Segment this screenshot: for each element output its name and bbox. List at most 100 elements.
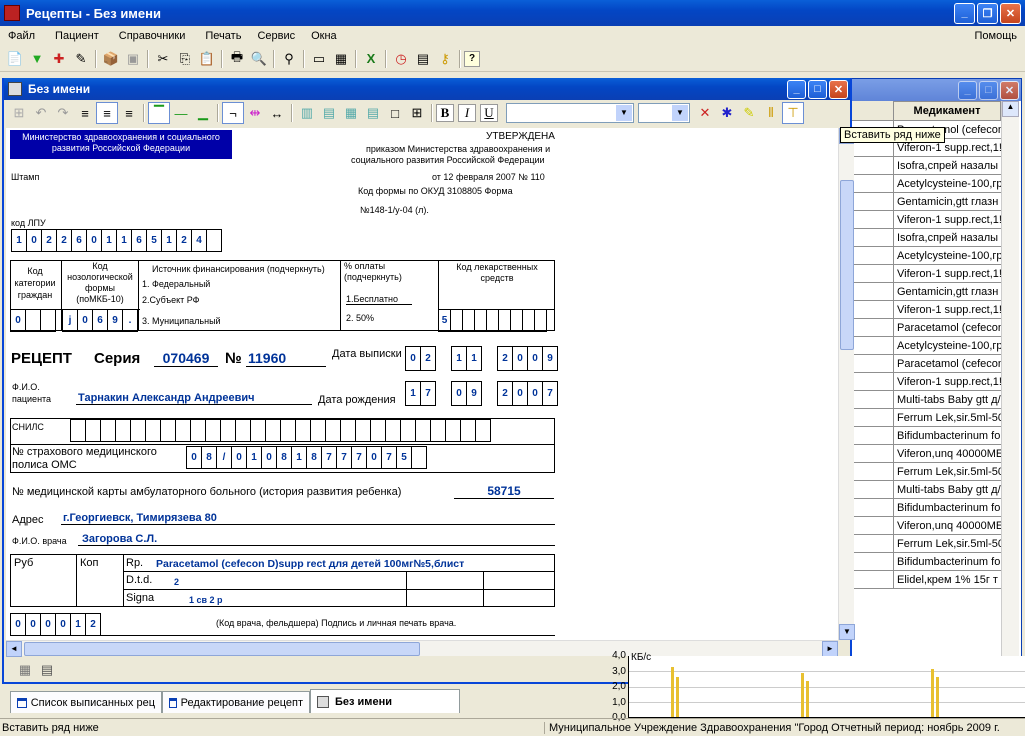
menu-references[interactable]: Справочники <box>111 30 194 42</box>
list-row-cell[interactable] <box>851 337 893 355</box>
tab-prescription-list[interactable]: Список выписанных рец <box>10 691 162 713</box>
drug-row[interactable]: Bifidumbacterinum foi <box>893 553 1001 571</box>
menu-help[interactable]: Помощь <box>967 30 1025 42</box>
merge-icon[interactable]: ⇹ <box>244 102 266 124</box>
list-close-button[interactable]: ✕ <box>1000 80 1019 100</box>
font-select[interactable]: ▼ <box>506 103 634 123</box>
drug-code-cells[interactable]: 5 <box>438 309 547 332</box>
digit-cell[interactable]: 1 <box>291 446 307 469</box>
minimize-button[interactable]: _ <box>954 2 975 24</box>
list-row-cell[interactable] <box>851 355 893 373</box>
drug-row[interactable]: Gentamicin,gtt глазн <box>893 283 1001 301</box>
drug-row[interactable]: Isofra,спрей назалы <box>893 229 1001 247</box>
delete-row-red-icon[interactable]: ✕ <box>694 102 716 124</box>
border-middle-icon[interactable]: — <box>170 102 192 124</box>
digit-cell[interactable] <box>206 229 222 252</box>
border-bottom-icon[interactable]: ▁ <box>192 102 214 124</box>
snils-cells[interactable] <box>70 419 491 442</box>
menu-patient[interactable]: Пациент <box>47 30 107 42</box>
digit-cell[interactable]: 2 <box>497 346 513 371</box>
digit-cell[interactable]: 2 <box>56 229 72 252</box>
digit-cell[interactable]: 0 <box>40 613 56 636</box>
digit-cell[interactable]: j <box>62 309 78 332</box>
digit-cell[interactable] <box>250 419 266 442</box>
list-row-cell[interactable] <box>851 463 893 481</box>
digit-cell[interactable] <box>40 309 56 332</box>
drug-row[interactable]: Viferon,unq 40000ME <box>893 517 1001 535</box>
digit-cell[interactable] <box>385 419 401 442</box>
card-number[interactable]: 58715 <box>454 484 554 499</box>
digit-cell[interactable]: 2 <box>176 229 192 252</box>
drug-row[interactable]: Acetylcysteine-100,гр <box>893 247 1001 265</box>
digit-cell[interactable]: 1 <box>11 229 27 252</box>
tab-edit-prescription[interactable]: Редактирование рецепт <box>162 691 310 713</box>
series-value[interactable]: 070469 <box>154 350 218 367</box>
digit-cell[interactable]: 2 <box>497 381 513 406</box>
help-icon[interactable]: ? <box>464 50 480 67</box>
list-row-cell[interactable] <box>851 247 893 265</box>
digit-cell[interactable] <box>25 309 41 332</box>
list-minimize-button[interactable]: _ <box>958 80 977 100</box>
list-row-cell[interactable] <box>851 427 893 445</box>
digit-cell[interactable] <box>205 419 221 442</box>
rp-drug-value[interactable]: Paracetamol (cefecon D)supp rect для дет… <box>156 558 464 570</box>
tab-untitled[interactable]: Без имени <box>310 689 460 713</box>
drug-row[interactable]: Ferrum Lek,sir.5ml-50 <box>893 463 1001 481</box>
drug-row[interactable]: Ferrum Lek,sir.5ml-50 <box>893 535 1001 553</box>
list-row-cell[interactable] <box>851 499 893 517</box>
list-row-cell[interactable] <box>851 229 893 247</box>
digit-cell[interactable] <box>340 419 356 442</box>
digit-cell[interactable]: 7 <box>351 446 367 469</box>
drug-row[interactable]: Acetylcysteine-100,гр <box>893 175 1001 193</box>
digit-cell[interactable]: 7 <box>542 381 558 406</box>
digit-cell[interactable] <box>175 419 191 442</box>
drug-row[interactable]: Bifidumbacterinum foi <box>893 499 1001 517</box>
payment-option-2[interactable]: 2. 50% <box>346 313 374 323</box>
digit-cell[interactable] <box>100 419 116 442</box>
issue-month-cells[interactable]: 11 <box>451 346 482 371</box>
window-icon[interactable]: ▭ <box>308 48 330 70</box>
grid-toggle-icon[interactable]: ▦ <box>14 659 36 681</box>
page-settings-icon[interactable]: ▤ <box>36 659 58 681</box>
list-vscrollbar[interactable]: ▲ ▼ <box>1001 101 1020 685</box>
digit-cell[interactable]: 6 <box>92 309 108 332</box>
dob-year-cells[interactable]: 2007 <box>497 381 558 406</box>
digit-cell[interactable]: 1 <box>70 613 86 636</box>
digit-cell[interactable]: 0 <box>231 446 247 469</box>
pencil-yellow-icon[interactable]: ✎ <box>738 102 760 124</box>
financing-option-2[interactable]: 2.Субъект РФ <box>142 295 200 305</box>
digit-cell[interactable]: 7 <box>336 446 352 469</box>
digit-cell[interactable]: 5 <box>396 446 412 469</box>
digit-cell[interactable] <box>310 419 326 442</box>
digit-cell[interactable]: 0 <box>77 309 93 332</box>
digit-cell[interactable]: 1 <box>116 229 132 252</box>
digit-cell[interactable]: 9 <box>542 346 558 371</box>
drug-row[interactable]: Paracetamol (cefecon <box>893 319 1001 337</box>
undo-icon[interactable]: ↶ <box>30 102 52 124</box>
drug-row[interactable]: Viferon-1 supp.rect,1! <box>893 301 1001 319</box>
number-value[interactable]: 11960 <box>246 350 326 367</box>
list-maximize-button[interactable]: □ <box>979 80 998 100</box>
issue-day-cells[interactable]: 02 <box>405 346 436 371</box>
list-row-cell[interactable] <box>851 445 893 463</box>
menu-file[interactable]: Файл <box>0 30 43 42</box>
digit-cell[interactable]: 4 <box>191 229 207 252</box>
digit-cell[interactable] <box>295 419 311 442</box>
digit-cell[interactable]: 1 <box>451 346 467 371</box>
border-corner-icon[interactable]: ¬ <box>222 102 244 124</box>
drug-row[interactable]: Elidel,крем 1% 15г т <box>893 571 1001 589</box>
align-left-icon[interactable]: ≡ <box>74 102 96 124</box>
delete-row-icon[interactable]: ▦ <box>340 102 362 124</box>
form-vscroll-thumb[interactable] <box>840 180 854 350</box>
font-size-select[interactable]: ▼ <box>638 103 690 123</box>
digit-cell[interactable]: 1 <box>246 446 262 469</box>
redo-icon[interactable]: ↷ <box>52 102 74 124</box>
patient-name[interactable]: Тарнакин Александр Андреевич <box>76 392 312 405</box>
list-row-cell[interactable] <box>851 481 893 499</box>
underline-icon[interactable]: U <box>480 104 498 122</box>
digit-cell[interactable]: 2 <box>420 346 436 371</box>
digit-cell[interactable] <box>85 419 101 442</box>
table-grid-icon[interactable]: ⊞ <box>406 102 428 124</box>
list-row-cell[interactable] <box>851 193 893 211</box>
digit-cell[interactable] <box>445 419 461 442</box>
